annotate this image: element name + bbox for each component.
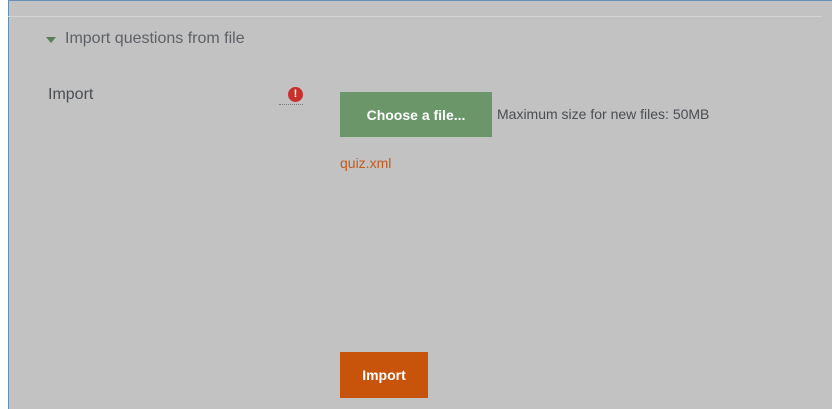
choose-file-button[interactable]: Choose a file... [340, 92, 492, 137]
caret-down-icon[interactable] [46, 37, 56, 43]
selected-file-link[interactable]: quiz.xml [340, 155, 391, 171]
import-panel [8, 0, 832, 409]
required-indicator-underline [279, 104, 303, 105]
required-icon: ! [288, 87, 303, 102]
max-file-size-text: Maximum size for new files: 50MB [497, 106, 710, 122]
section-title: Import questions from file [65, 30, 245, 47]
import-field-label: Import [48, 86, 94, 103]
divider [8, 16, 822, 17]
section-toggle[interactable]: Import questions from file [46, 27, 245, 51]
import-button[interactable]: Import [340, 352, 428, 398]
